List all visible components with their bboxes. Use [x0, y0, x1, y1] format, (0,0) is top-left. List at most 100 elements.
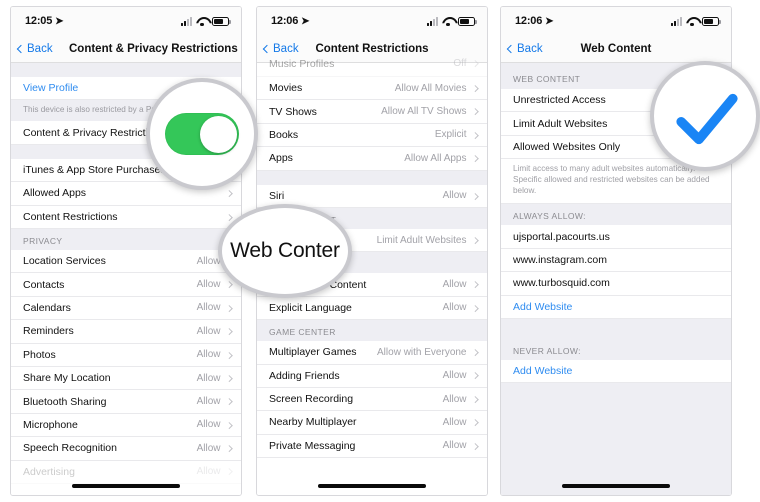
cellular-bars-icon: [427, 16, 438, 26]
list-item-adding-friends[interactable]: Adding Friends Allow: [257, 364, 487, 388]
list-item-value: Allow All Movies: [394, 82, 467, 94]
list-item-private-messaging[interactable]: Private Messaging Allow: [257, 434, 487, 459]
chevron-right-icon: [471, 281, 478, 288]
list-item-books[interactable]: Books Explicit: [257, 123, 487, 148]
list-item-photos[interactable]: Photos Allow: [11, 343, 241, 367]
list-item-explicit-language[interactable]: Explicit Language Allow: [257, 296, 487, 321]
chevron-right-icon: [471, 60, 478, 67]
list-item-value: Explicit: [434, 129, 467, 141]
list-item-calendars[interactable]: Calendars Allow: [11, 296, 241, 321]
back-button[interactable]: Back: [16, 42, 53, 55]
status-time: 12:06: [271, 15, 299, 27]
option-label: Allowed Websites Only: [513, 140, 621, 153]
back-button[interactable]: Back: [506, 42, 543, 55]
list-item-label: Bluetooth Sharing: [23, 395, 107, 408]
option-label: Unrestricted Access: [513, 94, 606, 107]
home-indicator[interactable]: [257, 484, 487, 488]
list-item-label: Location Services: [23, 255, 106, 268]
back-label: Back: [27, 42, 53, 55]
list-item-value: Allow: [442, 302, 467, 314]
chevron-right-icon: [471, 131, 478, 139]
list-item-value: Off: [453, 58, 467, 69]
list-item-label: iTunes & App Store Purchases: [23, 164, 166, 177]
list-item-label: View Profile: [23, 82, 79, 95]
list-item-label: Content & Privacy Restrictions: [23, 126, 165, 139]
chevron-right-icon: [471, 304, 478, 312]
chevron-right-icon: [225, 445, 232, 452]
status-bar: 12:05 ➤: [11, 7, 241, 35]
list-item-multiplayer-games[interactable]: Multiplayer Games Allow with Everyone: [257, 341, 487, 365]
status-time: 12:06: [515, 15, 543, 27]
add-website-button-always-allow[interactable]: Add Website: [501, 295, 731, 319]
list-item-value: Allow: [196, 372, 221, 384]
list-item-contacts[interactable]: Contacts Allow: [11, 273, 241, 297]
list-item-movies[interactable]: Movies Allow All Movies: [257, 77, 487, 101]
battery-icon: [212, 16, 231, 26]
list-item-label: Explicit Language: [269, 301, 352, 314]
list-item-allowed-site[interactable]: www.turbosquid.com: [501, 272, 731, 296]
chevron-right-icon: [471, 349, 478, 356]
magnified-web-content-label: Web Conter: [230, 239, 340, 262]
status-right: [671, 16, 721, 27]
list-item-value: Allow: [442, 440, 467, 452]
list-item-label: Screen Recording: [269, 393, 354, 406]
content-privacy-restrictions-toggle[interactable]: [165, 113, 239, 155]
status-bar: 12:06 ➤: [501, 7, 731, 35]
checkmark-icon: [676, 93, 738, 145]
add-website-label: Add Website: [513, 300, 573, 313]
home-indicator[interactable]: [501, 484, 731, 488]
list-item-value: Allow: [442, 190, 467, 202]
list-item-speech-recognition[interactable]: Speech Recognition Allow: [11, 437, 241, 461]
home-indicator[interactable]: [11, 484, 241, 488]
list-item-value: Allow: [196, 325, 221, 337]
list-item-reminders[interactable]: Reminders Allow: [11, 320, 241, 344]
add-website-button-never-allow[interactable]: Add Website: [501, 359, 731, 384]
chevron-right-icon: [225, 213, 232, 220]
list-item-allowed-site[interactable]: www.instagram.com: [501, 248, 731, 273]
list-item-advertising[interactable]: Advertising Allow: [11, 460, 241, 484]
chevron-right-icon: [471, 155, 478, 162]
list-item-screen-recording[interactable]: Screen Recording Allow: [257, 387, 487, 412]
chevron-right-icon: [225, 328, 232, 335]
chevron-right-icon: [471, 442, 478, 450]
list-item-allowed-site[interactable]: ujsportal.pacourts.us: [501, 225, 731, 249]
list-item-value: Allow with Everyone: [377, 346, 467, 358]
list-item-value: Allow: [196, 302, 221, 314]
cellular-bars-icon: [671, 16, 682, 26]
list-item-label: Allowed Apps: [23, 187, 87, 200]
list-item-label: Contacts: [23, 278, 65, 291]
list-item-label: Siri: [269, 189, 285, 202]
list-item-location-services[interactable]: Location Services Allow: [11, 250, 241, 274]
nav-bar: Back Web Content: [501, 35, 731, 63]
empty-area: [501, 383, 731, 495]
site-url: www.turbosquid.com: [513, 277, 610, 290]
chevron-right-icon: [471, 108, 478, 115]
chevron-right-icon: [225, 351, 232, 358]
status-left: 12:06 ➤: [271, 15, 310, 27]
section-gap: [501, 318, 731, 339]
list-item-microphone[interactable]: Microphone Allow: [11, 413, 241, 438]
site-url: www.instagram.com: [513, 253, 607, 266]
chevron-right-icon: [225, 398, 232, 405]
list-item-label: Private Messaging: [269, 439, 356, 452]
back-label: Back: [273, 42, 299, 55]
chevron-left-icon: [262, 44, 272, 53]
list-item-share-my-location[interactable]: Share My Location Allow: [11, 366, 241, 391]
list-item-bluetooth-sharing[interactable]: Bluetooth Sharing Allow: [11, 390, 241, 414]
back-button[interactable]: Back: [262, 42, 299, 55]
section-header-never-allow: NEVER ALLOW:: [501, 338, 731, 360]
list-item-apps[interactable]: Apps Allow All Apps: [257, 147, 487, 171]
list-item-music-profiles[interactable]: Music Profiles Off: [257, 58, 487, 77]
back-label: Back: [517, 42, 543, 55]
list-item-value: Allow: [442, 393, 467, 405]
list-item-label: Speech Recognition: [23, 442, 117, 455]
wifi-icon: [442, 17, 454, 27]
section-gap: [11, 63, 241, 77]
list-item-content-restrictions[interactable]: Content Restrictions: [11, 205, 241, 230]
list-item-tv-shows[interactable]: TV Shows Allow All TV Shows: [257, 100, 487, 124]
status-right: [181, 16, 231, 27]
site-url: ujsportal.pacourts.us: [513, 230, 610, 243]
list-item-label: Photos: [23, 348, 56, 361]
list-item-nearby-multiplayer[interactable]: Nearby Multiplayer Allow: [257, 411, 487, 435]
list-item-label: TV Shows: [269, 105, 317, 118]
